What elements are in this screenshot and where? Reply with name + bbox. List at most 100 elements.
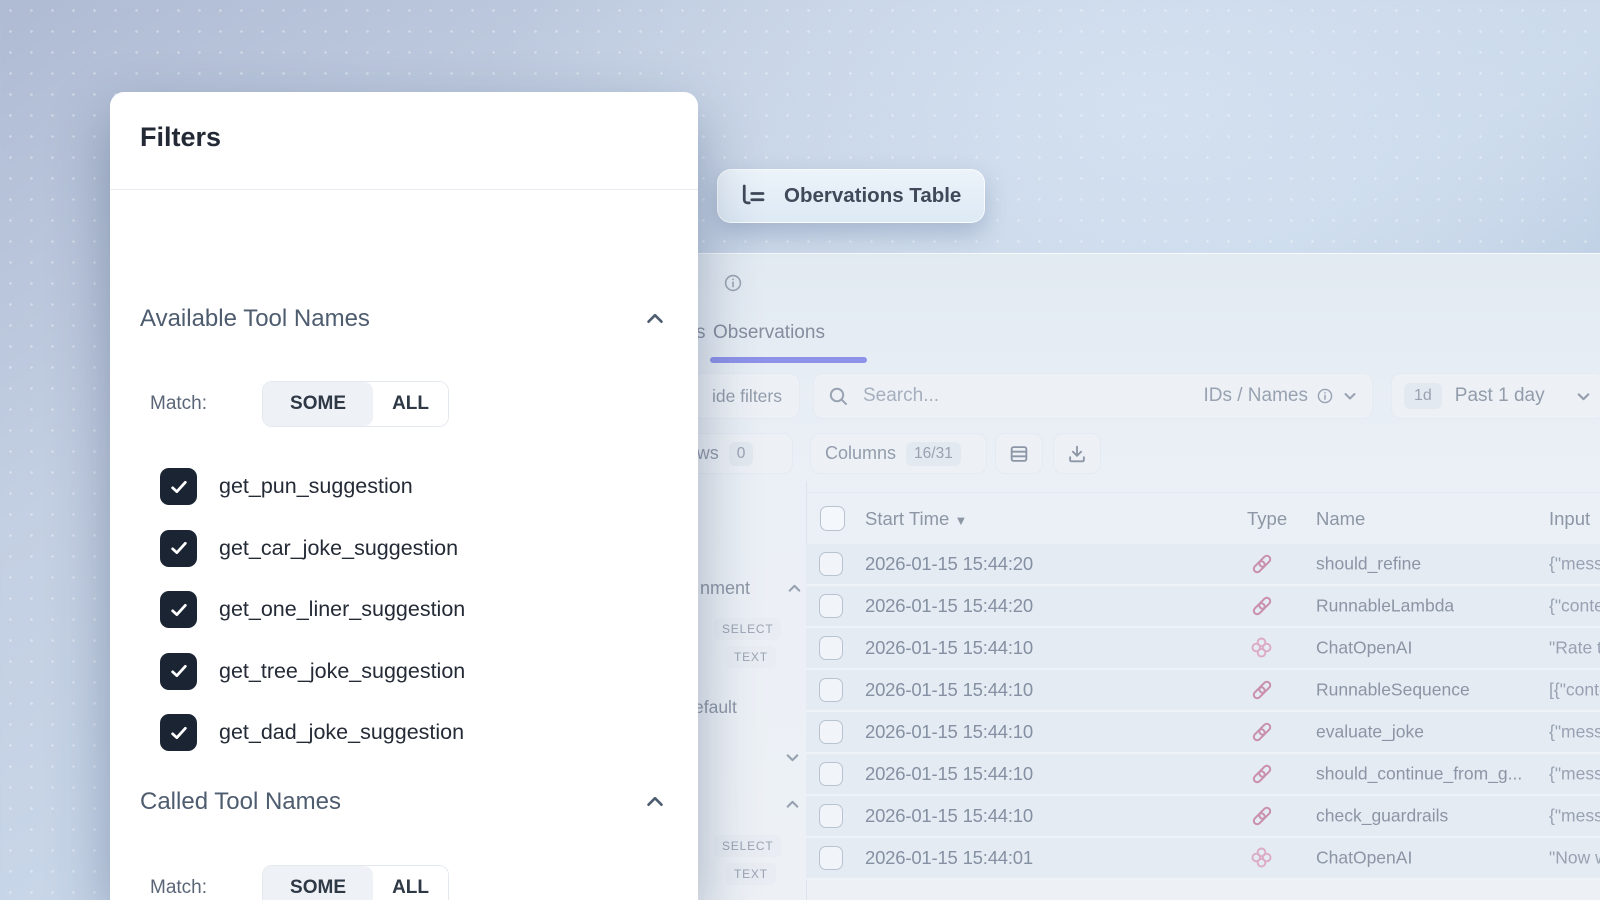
text-type-badge: TEXT — [726, 646, 776, 668]
observation-type-icon — [1250, 594, 1274, 618]
row-name: check_guardrails — [1316, 806, 1448, 827]
tool-name-label: get_tree_joke_suggestion — [219, 659, 465, 684]
row-checkbox[interactable] — [819, 762, 843, 786]
table-row[interactable]: 2026-01-15 15:44:01 ChatOpenAI "Now writ… — [806, 838, 1600, 880]
row-height-button[interactable] — [995, 433, 1043, 474]
row-checkbox[interactable] — [819, 846, 843, 870]
row-name: evaluate_joke — [1316, 722, 1424, 743]
table-row[interactable]: 2026-01-15 15:44:20 RunnableLambda {"con… — [806, 586, 1600, 628]
hide-filters-label: ide filters — [712, 386, 782, 407]
row-name: RunnableLambda — [1316, 596, 1454, 617]
tool-name-option[interactable]: get_one_liner_suggestion — [160, 579, 668, 641]
chevron-up-icon[interactable] — [642, 789, 668, 815]
filters-panel: Filters Available Tool Names Match: SOME… — [110, 92, 698, 900]
chevron-up-icon[interactable] — [784, 796, 801, 813]
table-row[interactable]: 2026-01-15 15:44:20 should_refine {"mess… — [806, 544, 1600, 586]
toggle-button-label: Obervations Table — [784, 184, 961, 208]
info-icon — [724, 274, 742, 292]
observation-type-icon — [1250, 720, 1274, 744]
download-icon — [1066, 443, 1088, 465]
column-header-name[interactable]: Name — [1316, 508, 1365, 530]
row-name: should_continue_from_g... — [1316, 764, 1522, 785]
table-row[interactable]: 2026-01-15 15:44:10 should_continue_from… — [806, 754, 1600, 796]
checked-checkbox[interactable] — [160, 530, 197, 567]
search-icon — [828, 386, 849, 407]
checked-checkbox[interactable] — [160, 653, 197, 690]
checked-checkbox[interactable] — [160, 468, 197, 505]
time-range-dropdown[interactable]: 1d Past 1 day — [1391, 373, 1600, 419]
column-header-input[interactable]: Input — [1549, 508, 1590, 530]
chevron-down-icon[interactable] — [784, 749, 801, 766]
tool-name-option[interactable]: get_tree_joke_suggestion — [160, 641, 668, 703]
observations-table-body: 2026-01-15 15:44:20 should_refine {"mess… — [806, 544, 1600, 900]
row-start-time: 2026-01-15 15:44:20 — [865, 553, 1033, 575]
select-type-badge: SELECT — [714, 618, 781, 640]
columns-count-badge: 16/31 — [906, 442, 961, 466]
info-icon — [1317, 388, 1333, 404]
section-title: Available Tool Names — [140, 305, 370, 333]
search-input[interactable]: Search... IDs / Names — [813, 373, 1373, 419]
checked-checkbox[interactable] — [160, 591, 197, 628]
row-checkbox[interactable] — [819, 636, 843, 660]
row-start-time: 2026-01-15 15:44:20 — [865, 595, 1033, 617]
columns-label: Columns — [825, 443, 896, 464]
chevron-up-icon[interactable] — [642, 306, 668, 332]
row-start-time: 2026-01-15 15:44:10 — [865, 679, 1033, 701]
row-start-time: 2026-01-15 15:44:10 — [865, 763, 1033, 785]
table-rows-icon — [1008, 443, 1030, 465]
row-input: "Now write a funny joke — [1549, 848, 1600, 869]
column-header-type[interactable]: Type — [1247, 508, 1287, 530]
search-scope-dropdown[interactable]: IDs / Names — [1203, 385, 1358, 407]
checked-checkbox[interactable] — [160, 714, 197, 751]
time-shortcut-badge: 1d — [1404, 383, 1442, 409]
table-header: Start Time ▼ Type Name Input — [806, 492, 1600, 544]
tab-observations[interactable]: Observations — [713, 322, 825, 344]
row-start-time: 2026-01-15 15:44:10 — [865, 805, 1033, 827]
chevron-up-icon[interactable] — [786, 580, 803, 597]
row-checkbox[interactable] — [819, 804, 843, 828]
row-name: ChatOpenAI — [1316, 848, 1412, 869]
text-type-badge: TEXT — [726, 863, 776, 885]
filters-title: Filters — [140, 122, 221, 153]
divider — [110, 189, 698, 190]
row-input: {"messages": [{"content — [1549, 554, 1600, 575]
observations-table-toggle-button[interactable]: Obervations Table — [717, 169, 985, 223]
row-checkbox[interactable] — [819, 552, 843, 576]
sidebar-fragment-default: efault — [694, 697, 737, 718]
row-input: {"messages": [{"content — [1549, 806, 1600, 827]
row-checkbox[interactable] — [819, 720, 843, 744]
observation-type-icon — [1250, 846, 1274, 870]
match-some-option[interactable]: SOME — [263, 382, 373, 426]
table-row[interactable]: 2026-01-15 15:44:10 RunnableSequence [{"… — [806, 670, 1600, 712]
observation-type-icon — [1250, 678, 1274, 702]
tool-name-label: get_one_liner_suggestion — [219, 597, 465, 622]
match-some-option[interactable]: SOME — [263, 866, 373, 900]
hide-filters-button[interactable]: ide filters — [693, 373, 800, 419]
columns-button[interactable]: Columns 16/31 — [810, 433, 987, 474]
saved-views-count: 0 — [729, 442, 754, 466]
row-checkbox[interactable] — [819, 678, 843, 702]
column-header-start-time[interactable]: Start Time ▼ — [865, 508, 967, 530]
observation-type-icon — [1250, 762, 1274, 786]
select-all-checkbox[interactable] — [820, 506, 845, 531]
table-row[interactable]: 2026-01-15 15:44:10 check_guardrails {"m… — [806, 796, 1600, 838]
row-name: ChatOpenAI — [1316, 638, 1412, 659]
match-all-option[interactable]: ALL — [373, 382, 448, 426]
table-row[interactable]: 2026-01-15 15:44:10 evaluate_joke {"mess… — [806, 712, 1600, 754]
observation-type-icon — [1250, 636, 1274, 660]
screen: { "overlay_button": { "label": "Obervati… — [0, 0, 1600, 900]
chevron-down-icon — [1342, 388, 1358, 404]
tool-name-option[interactable]: get_pun_suggestion — [160, 456, 668, 518]
row-checkbox[interactable] — [819, 594, 843, 618]
tool-name-option[interactable]: get_car_joke_suggestion — [160, 518, 668, 580]
row-start-time: 2026-01-15 15:44:01 — [865, 847, 1033, 869]
observations-page: ng s Observations ide filters Search... … — [640, 253, 1600, 900]
export-button[interactable] — [1053, 433, 1101, 474]
tool-name-option[interactable]: get_dad_joke_suggestion — [160, 702, 668, 764]
tool-name-label: get_pun_suggestion — [219, 474, 413, 499]
match-label: Match: — [150, 877, 207, 899]
section-title: Called Tool Names — [140, 788, 341, 816]
match-label: Match: — [150, 393, 207, 415]
match-all-option[interactable]: ALL — [373, 866, 448, 900]
table-row[interactable]: 2026-01-15 15:44:10 ChatOpenAI "Rate thi… — [806, 628, 1600, 670]
